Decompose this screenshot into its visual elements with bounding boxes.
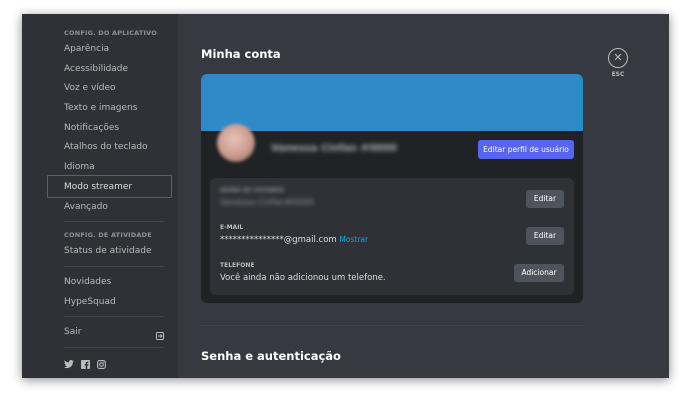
sidebar-item-streamer-mode[interactable]: Modo streamer bbox=[47, 174, 178, 198]
edit-email-button[interactable]: Editar bbox=[526, 227, 564, 245]
app-settings-header: CONFIG. DO APLICATIVO bbox=[64, 29, 157, 37]
edit-username-button[interactable]: Editar bbox=[526, 190, 564, 208]
settings-sidebar: CONFIG. DO APLICATIVO Aparência Acessibi… bbox=[22, 14, 178, 378]
page-title: Minha conta bbox=[201, 47, 281, 61]
settings-window: CONFIG. DO APLICATIVO Aparência Acessibi… bbox=[22, 14, 669, 378]
email-label: E-MAIL bbox=[220, 224, 244, 231]
username-field: NOME DE USUÁRIO Vanessa Cinfan#0000 bbox=[220, 187, 314, 208]
sidebar-divider bbox=[64, 221, 164, 223]
email-field: E-MAIL ***************@gmail.com Mostrar bbox=[220, 224, 368, 245]
phone-value: Você ainda não adicionou um telefone. bbox=[220, 273, 386, 283]
sidebar-item-activity-status[interactable]: Status de atividade bbox=[64, 242, 178, 262]
sidebar-item-keybinds[interactable]: Atalhos do teclado bbox=[64, 138, 178, 158]
sidebar-item-whats-new[interactable]: Novidades bbox=[64, 273, 178, 293]
social-links bbox=[64, 354, 178, 373]
sidebar-item-accessibility[interactable]: Acessibilidade bbox=[64, 60, 178, 80]
sidebar-item-hypesquad[interactable]: HypeSquad bbox=[64, 293, 178, 313]
sidebar-divider bbox=[64, 316, 164, 318]
sidebar-item-advanced[interactable]: Avançado bbox=[64, 198, 178, 218]
highlight-box bbox=[47, 174, 172, 198]
account-panel: Minha conta ✕ ESC Vanessa Cinfan #0000 E… bbox=[178, 14, 669, 378]
profile-card: Vanessa Cinfan #0000 Editar perfil de us… bbox=[201, 74, 583, 303]
phone-field: TELEFONE Você ainda não adicionou um tel… bbox=[220, 262, 386, 283]
account-fields: NOME DE USUÁRIO Vanessa Cinfan#0000 Edit… bbox=[210, 178, 574, 295]
email-value: ***************@gmail.com bbox=[220, 235, 337, 245]
email-value-row: ***************@gmail.com Mostrar bbox=[220, 235, 368, 245]
section-divider bbox=[201, 325, 583, 326]
security-section-title: Senha e autenticação bbox=[201, 349, 341, 363]
username-label: NOME DE USUÁRIO bbox=[220, 187, 284, 194]
instagram-icon[interactable] bbox=[97, 354, 106, 373]
sidebar-item-logout[interactable]: Sair bbox=[64, 323, 164, 343]
twitter-icon[interactable] bbox=[64, 354, 74, 373]
add-phone-button[interactable]: Adicionar bbox=[514, 264, 564, 282]
phone-label: TELEFONE bbox=[220, 262, 255, 269]
facebook-icon[interactable] bbox=[81, 354, 90, 373]
avatar[interactable] bbox=[217, 124, 255, 162]
reveal-email-link[interactable]: Mostrar bbox=[339, 235, 368, 244]
logout-icon bbox=[156, 329, 164, 341]
sidebar-item-notifications[interactable]: Notificações bbox=[64, 119, 178, 139]
profile-display-name: Vanessa Cinfan #0000 bbox=[271, 143, 397, 154]
close-button[interactable]: ✕ ESC bbox=[605, 48, 631, 78]
username-value: Vanessa Cinfan#0000 bbox=[220, 198, 314, 208]
close-icon[interactable]: ✕ bbox=[608, 48, 628, 68]
sidebar-item-text-images[interactable]: Texto e imagens bbox=[64, 99, 178, 119]
activity-settings-header: CONFIG. DE ATIVIDADE bbox=[64, 231, 152, 240]
profile-banner bbox=[201, 74, 583, 131]
edit-profile-button[interactable]: Editar perfil de usuário bbox=[478, 140, 574, 159]
sidebar-item-appearance[interactable]: Aparência bbox=[64, 40, 178, 60]
logout-label: Sair bbox=[64, 327, 82, 338]
sidebar-item-voice-video[interactable]: Voz e vídeo bbox=[64, 79, 178, 99]
esc-label: ESC bbox=[611, 71, 625, 78]
sidebar-divider bbox=[64, 346, 164, 348]
sidebar-divider bbox=[64, 265, 164, 267]
